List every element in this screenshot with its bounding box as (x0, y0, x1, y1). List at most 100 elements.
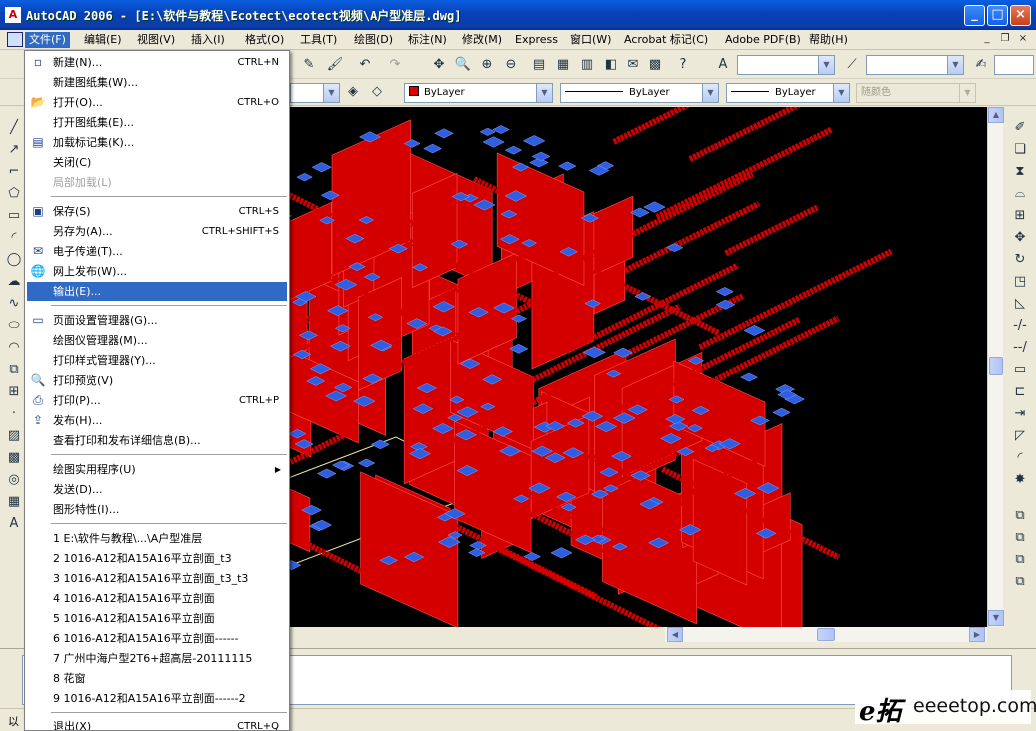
mdi-close-icon[interactable]: × (1016, 33, 1030, 46)
scroll-right-icon[interactable]: ▶ (969, 627, 985, 642)
dim-style-combo[interactable]: ▼ (866, 55, 964, 75)
table-style-combo[interactable] (994, 55, 1034, 75)
break-at-point-icon[interactable]: ⊏ (1011, 383, 1029, 401)
menu-draw[interactable]: 绘图(D) (350, 32, 397, 48)
line-icon[interactable]: ╱ (5, 119, 23, 137)
menu-item-recent-9[interactable]: 9 1016-A12和A15A16平立剖面------2 (27, 689, 287, 708)
markup-set-icon[interactable]: ✉ (624, 56, 642, 74)
array-icon[interactable]: ⊞ (1011, 207, 1029, 225)
bring-to-front-icon[interactable]: ⧉ (1011, 529, 1029, 547)
menu-tools[interactable]: 工具(T) (296, 32, 341, 48)
extend-icon[interactable]: --/ (1011, 339, 1029, 357)
horizontal-scrollbar[interactable]: ◀ ▶ (665, 627, 987, 642)
menu-item-recent-4[interactable]: 4 1016-A12和A15A16平立剖面 (27, 589, 287, 608)
menu-dimension[interactable]: 标注(N) (404, 32, 451, 48)
scroll-up-icon[interactable]: ▲ (988, 107, 1004, 123)
menu-item-send[interactable]: 发送(D)... (27, 480, 287, 499)
join-icon[interactable]: ⇥ (1011, 405, 1029, 423)
menu-item-view-plot-details[interactable]: 查看打印和发布详细信息(B)... (27, 431, 287, 450)
insert-block-icon[interactable]: ⧉ (5, 361, 23, 379)
menu-item-page-setup-manager[interactable]: ▭ 页面设置管理器(G)... (27, 311, 287, 330)
scale-icon[interactable]: ◳ (1011, 273, 1029, 291)
arc-icon[interactable]: ◜ (5, 229, 23, 247)
menu-item-drawing-utilities[interactable]: 绘图实用程序(U) ▶ (27, 460, 287, 479)
menu-item-open-sheet-set[interactable]: 打开图纸集(E)... (27, 113, 287, 132)
vertical-scrollbar[interactable]: ▲ ▼ (987, 107, 1004, 627)
bring-above-icon[interactable]: ⧉ (1011, 573, 1029, 591)
text-style-combo[interactable]: ▼ (737, 55, 835, 75)
explode-icon[interactable]: ✸ (1011, 471, 1029, 489)
menu-item-export[interactable]: 输出(E)... (27, 282, 287, 301)
menu-item-recent-8[interactable]: 8 花窗 (27, 669, 287, 688)
revision-cloud-icon[interactable]: ☁ (5, 273, 23, 291)
vertical-scroll-thumb[interactable] (989, 357, 1003, 375)
make-block-icon[interactable]: ⊞ (5, 383, 23, 401)
menu-item-exit[interactable]: 退出(X) CTRL+Q (27, 717, 287, 730)
ellipse-arc-icon[interactable]: ◠ (5, 339, 23, 357)
stretch-icon[interactable]: ◺ (1011, 295, 1029, 313)
zoom-previous-icon[interactable]: ⊖ (502, 56, 520, 74)
menu-item-save-as[interactable]: 另存为(A)... CTRL+SHIFT+S (27, 222, 287, 241)
layer-combo[interactable]: ▼ (290, 83, 340, 103)
minimize-button[interactable]: _ (964, 5, 985, 26)
menu-format[interactable]: 格式(O) (241, 32, 288, 48)
point-icon[interactable]: · (5, 405, 23, 423)
menu-insert[interactable]: 插入(I) (187, 32, 229, 48)
match-properties-icon[interactable]: 🖌 (326, 56, 344, 74)
properties-icon[interactable]: ▤ (530, 56, 548, 74)
menu-item-publish-web[interactable]: 🌐 网上发布(W)... (27, 262, 287, 281)
menu-item-open[interactable]: 📂 打开(O)... CTRL+O (27, 93, 287, 112)
zoom-window-icon[interactable]: ⊕ (478, 56, 496, 74)
multiline-text-icon[interactable]: A (5, 515, 23, 533)
chamfer-icon[interactable]: ◸ (1011, 427, 1029, 445)
menu-item-recent-3[interactable]: 3 1016-A12和A15A16平立剖面_t3_t3 (27, 569, 287, 588)
scroll-down-icon[interactable]: ▼ (988, 610, 1004, 626)
rectangle-icon[interactable]: ▭ (5, 207, 23, 225)
autocad-logo-icon[interactable]: A (5, 7, 21, 23)
maximize-button[interactable]: □ (987, 5, 1008, 26)
region-icon[interactable]: ◎ (5, 471, 23, 489)
menu-item-publish[interactable]: ⇪ 发布(H)... (27, 411, 287, 430)
move-icon[interactable]: ✥ (1011, 229, 1029, 247)
tool-palettes-icon[interactable]: ▥ (578, 56, 596, 74)
break-icon[interactable]: ▭ (1011, 361, 1029, 379)
layer-previous-icon[interactable]: ◇ (368, 83, 386, 101)
spline-icon[interactable]: ∿ (5, 295, 23, 313)
menu-item-new[interactable]: ▫ 新建(N)... CTRL+N (27, 53, 287, 72)
send-to-back-icon[interactable]: ⧉ (1011, 551, 1029, 569)
horizontal-scroll-thumb[interactable] (817, 628, 835, 641)
circle-icon[interactable]: ◯ (5, 251, 23, 269)
menu-item-recent-7[interactable]: 7 广州中海户型2T6+超高层-20111115 (27, 649, 287, 668)
table-style-icon[interactable]: ✍ (972, 56, 990, 74)
menu-help[interactable]: 帮助(H) (805, 32, 852, 48)
redo-icon[interactable]: ↷ (386, 56, 404, 74)
table-icon[interactable]: ▦ (5, 493, 23, 511)
dim-style-icon[interactable]: ⟋ (843, 56, 861, 74)
menu-item-recent-6[interactable]: 6 1016-A12和A15A16平立剖面------ (27, 629, 287, 648)
menu-item-recent-5[interactable]: 5 1016-A12和A15A16平立剖面 (27, 609, 287, 628)
hatch-icon[interactable]: ▨ (5, 427, 23, 445)
menu-item-plot[interactable]: ⎙ 打印(P)... CTRL+P (27, 391, 287, 410)
menu-item-close[interactable]: 关闭(C) (27, 153, 287, 172)
mdi-minimize-icon[interactable]: _ (980, 33, 994, 46)
close-button[interactable]: × (1010, 5, 1031, 26)
menu-edit[interactable]: 编辑(E) (80, 32, 126, 48)
draw-order-icon[interactable]: ⧉ (1011, 507, 1029, 525)
design-center-icon[interactable]: ▦ (554, 56, 572, 74)
help-icon[interactable]: ? (674, 56, 692, 74)
menu-acrobat-markup[interactable]: Acrobat 标记(C) (620, 32, 712, 48)
undo-icon[interactable]: ↶ (356, 56, 374, 74)
menu-item-load-markup-set[interactable]: ▤ 加载标记集(K)... (27, 133, 287, 152)
text-style-icon[interactable]: A (714, 56, 732, 74)
trim-icon[interactable]: -/- (1011, 317, 1029, 335)
menu-view[interactable]: 视图(V) (133, 32, 179, 48)
gradient-icon[interactable]: ▩ (5, 449, 23, 467)
erase-icon[interactable]: ✐ (1011, 119, 1029, 137)
menu-item-drawing-properties[interactable]: 图形特性(I)... (27, 500, 287, 519)
pan-icon[interactable]: ✥ (430, 56, 448, 74)
offset-icon[interactable]: ⌓ (1011, 185, 1029, 203)
mdi-restore-icon[interactable]: ❐ (998, 33, 1012, 46)
menu-item-etransmit[interactable]: ✉ 电子传递(T)... (27, 242, 287, 261)
menu-item-recent-1[interactable]: 1 E:\软件与教程\...\A户型准层 (27, 529, 287, 548)
menu-item-plot-style-manager[interactable]: 打印样式管理器(Y)... (27, 351, 287, 370)
